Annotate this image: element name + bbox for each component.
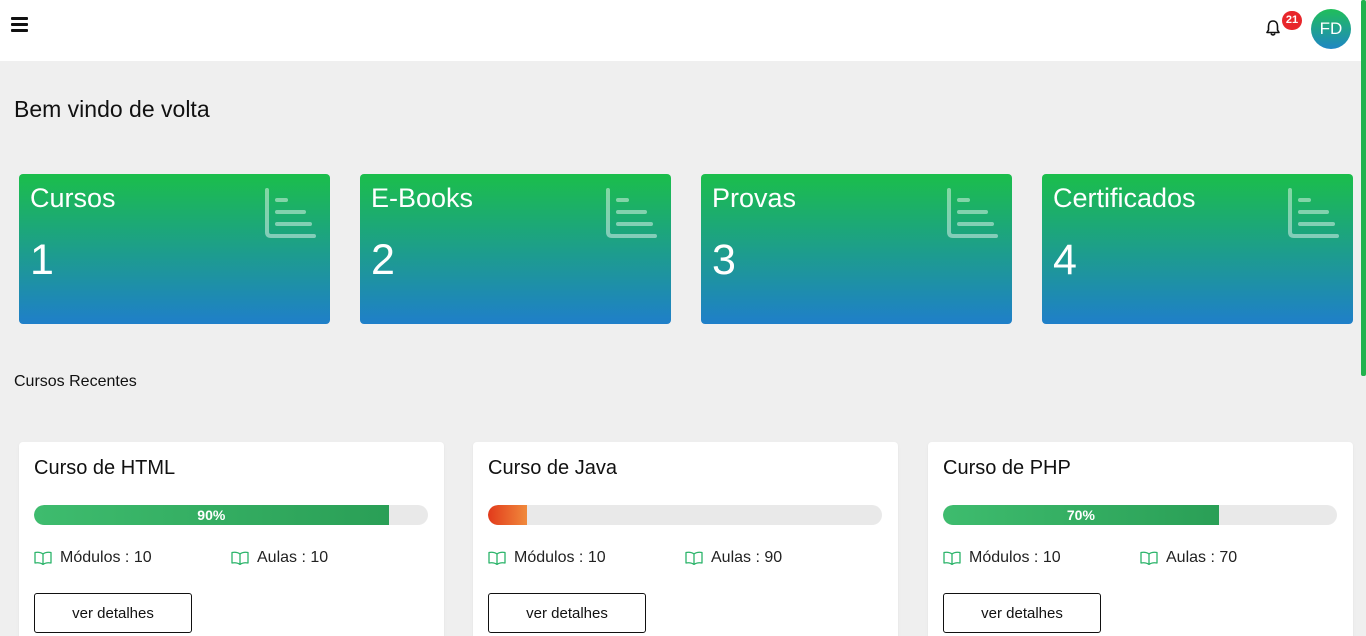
bell-icon[interactable]: [1263, 18, 1283, 38]
progress-fill: [488, 505, 528, 525]
stat-card-value: 2: [371, 236, 395, 284]
modules-info: Módulos : 10: [34, 549, 152, 567]
scrollbar[interactable]: [1361, 0, 1366, 376]
course-title: Curso de Java: [488, 457, 617, 479]
open-book-icon: [488, 551, 506, 565]
page-title: Bem vindo de volta: [14, 96, 210, 122]
open-book-icon: [943, 551, 961, 565]
lessons-info: Aulas : 90: [685, 549, 782, 567]
stat-card-cursos[interactable]: Cursos 1: [19, 174, 330, 324]
modules-count: Módulos : 10: [514, 549, 606, 566]
course-card-php: Curso de PHP 70% Módulos : 10 Aulas : 70…: [928, 442, 1353, 636]
open-book-icon: [1140, 551, 1158, 565]
avatar[interactable]: FD: [1311, 9, 1351, 49]
progress-fill: 70%: [943, 505, 1219, 525]
stat-card-value: 3: [712, 236, 736, 284]
course-card-java: Curso de Java Módulos : 10 Aulas : 90 ve…: [473, 442, 898, 636]
view-details-button[interactable]: ver detalhes: [488, 593, 646, 633]
progress-fill: 90%: [34, 505, 389, 525]
modules-count: Módulos : 10: [60, 549, 152, 566]
hamburger-menu-icon[interactable]: [11, 17, 28, 33]
chart-list-icon: [947, 188, 998, 238]
stat-card-label: Provas: [712, 183, 797, 213]
open-book-icon: [685, 551, 703, 565]
course-title: Curso de PHP: [943, 457, 1071, 479]
top-bar: 21 FD: [0, 0, 1366, 61]
course-title: Curso de HTML: [34, 457, 176, 479]
view-details-button[interactable]: ver detalhes: [943, 593, 1101, 633]
stat-card-label: Cursos: [30, 183, 116, 213]
course-card-html: Curso de HTML 90% Módulos : 10 Aulas : 1…: [19, 442, 444, 636]
progress-bar: [488, 505, 882, 525]
modules-count: Módulos : 10: [969, 549, 1061, 566]
modules-info: Módulos : 10: [943, 549, 1061, 567]
lessons-count: Aulas : 90: [711, 549, 783, 566]
view-details-button[interactable]: ver detalhes: [34, 593, 192, 633]
section-title-recent-courses: Cursos Recentes: [14, 373, 137, 390]
progress-bar: 90%: [34, 505, 428, 525]
stat-card-ebooks[interactable]: E-Books 2: [360, 174, 671, 324]
stat-card-value: 4: [1053, 236, 1077, 284]
open-book-icon: [34, 551, 52, 565]
lessons-count: Aulas : 70: [1166, 549, 1238, 566]
lessons-info: Aulas : 70: [1140, 549, 1237, 567]
progress-bar: 70%: [943, 505, 1337, 525]
chart-list-icon: [265, 188, 316, 238]
modules-info: Módulos : 10: [488, 549, 606, 567]
open-book-icon: [231, 551, 249, 565]
lessons-count: Aulas : 10: [257, 549, 329, 566]
lessons-info: Aulas : 10: [231, 549, 328, 567]
chart-list-icon: [1288, 188, 1339, 238]
stat-card-label: E-Books: [371, 183, 474, 213]
chart-list-icon: [606, 188, 657, 238]
stat-card-value: 1: [30, 236, 54, 284]
stat-card-certificados[interactable]: Certificados 4: [1042, 174, 1353, 324]
notification-badge: 21: [1282, 11, 1302, 30]
stat-card-provas[interactable]: Provas 3: [701, 174, 1012, 324]
stat-card-label: Certificados: [1053, 183, 1196, 213]
